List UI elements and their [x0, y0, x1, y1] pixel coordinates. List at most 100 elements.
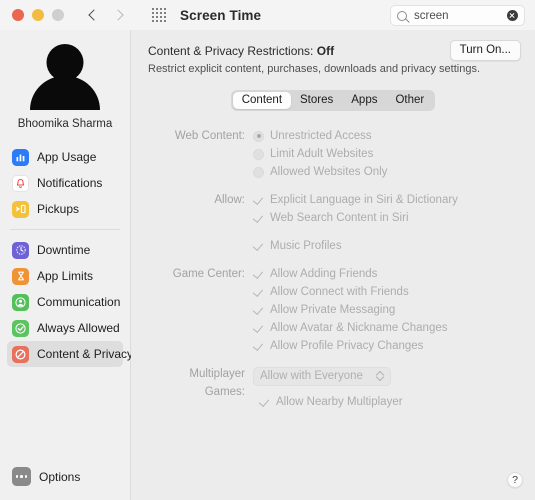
turn-on-button[interactable]: Turn On... — [449, 40, 521, 61]
allow-label: Allow: — [214, 194, 245, 206]
checkbox-label: Allow Connect with Friends — [270, 286, 409, 298]
tab-content[interactable]: Content — [232, 92, 292, 109]
multiplayer-selected-value: Allow with Everyone — [260, 370, 363, 382]
checkbox-allow-profile-privacy-changes[interactable]: Allow Profile Privacy Changes — [253, 337, 448, 355]
sidebar-item-label: Content & Privacy — [37, 347, 134, 361]
settings-form: Web Content: Unrestricted Access Limit A… — [131, 127, 535, 411]
radio-unrestricted-access[interactable]: Unrestricted Access — [253, 127, 387, 145]
sidebar-item-label: Downtime — [37, 243, 91, 257]
multiplayer-games-row: Multiplayer Games: Allow with Everyone A… — [148, 365, 535, 411]
navigation-arrows — [88, 10, 124, 20]
window-controls — [12, 9, 64, 21]
restrictions-subtitle: Restrict explicit content, purchases, do… — [148, 63, 480, 75]
checkbox-web-search-content-siri[interactable]: Web Search Content in Siri — [253, 209, 458, 227]
checkbox-allow-adding-friends[interactable]: Allow Adding Friends — [253, 265, 448, 283]
allow-options: Explicit Language in Siri & Dictionary W… — [253, 191, 458, 255]
checkbox-explicit-language-siri[interactable]: Explicit Language in Siri & Dictionary — [253, 191, 458, 209]
sidebar-item-app-usage[interactable]: App Usage — [7, 144, 123, 170]
sidebar-item-downtime[interactable]: Downtime — [7, 237, 123, 263]
checkmark-icon[interactable] — [259, 397, 270, 408]
web-content-label: Web Content: — [174, 130, 245, 142]
sidebar-nav: App Usage Notifications Pickups Downtime… — [0, 136, 133, 367]
allow-row: Allow: Explicit Language in Siri & Dicti… — [148, 191, 535, 255]
checkbox-label: Allow Profile Privacy Changes — [270, 340, 424, 352]
title-bar: Screen Time screen — [0, 0, 535, 30]
sidebar-item-notifications[interactable]: Notifications — [7, 170, 123, 196]
sidebar-item-label: App Usage — [37, 150, 97, 164]
radio-label: Unrestricted Access — [270, 130, 372, 142]
chevron-right-icon — [114, 10, 124, 20]
checkbox-allow-private-messaging[interactable]: Allow Private Messaging — [253, 301, 448, 319]
checkbox-label: Explicit Language in Siri & Dictionary — [270, 194, 458, 206]
checkbox-label: Music Profiles — [270, 240, 342, 252]
minimize-button[interactable] — [32, 9, 44, 21]
checkmark-icon[interactable] — [253, 305, 264, 316]
radio-icon[interactable] — [253, 166, 264, 178]
radio-allowed-websites-only[interactable]: Allowed Websites Only — [253, 163, 387, 181]
main-content: Content & Privacy Restrictions: Off Rest… — [131, 30, 535, 500]
sidebar: Bhoomika Sharma App Usage Notifications — [0, 30, 133, 500]
close-button[interactable] — [12, 9, 24, 21]
multiplayer-dropdown-wrap: Allow with Everyone — [253, 365, 403, 387]
search-input[interactable]: screen — [414, 10, 507, 22]
checkbox-allow-avatar-nickname-changes[interactable]: Allow Avatar & Nickname Changes — [253, 319, 448, 337]
clear-icon[interactable] — [507, 10, 518, 21]
hourglass-icon — [12, 267, 29, 285]
chevron-left-icon[interactable] — [88, 10, 98, 20]
sidebar-item-communication[interactable]: Communication — [7, 289, 123, 315]
help-button[interactable]: ? — [507, 472, 523, 488]
radio-icon[interactable] — [253, 148, 264, 160]
sidebar-item-label: Always Allowed — [37, 321, 120, 335]
checkbox-label: Allow Nearby Multiplayer — [276, 396, 403, 408]
checkmark-icon[interactable] — [253, 195, 264, 206]
radio-limit-adult-websites[interactable]: Limit Adult Websites — [253, 145, 387, 163]
window-body: Bhoomika Sharma App Usage Notifications — [0, 30, 535, 500]
checkbox-label: Allow Avatar & Nickname Changes — [270, 322, 448, 334]
sidebar-item-label: Notifications — [37, 176, 103, 190]
downtime-clock-icon — [12, 241, 29, 259]
sidebar-item-app-limits[interactable]: App Limits — [7, 263, 123, 289]
bar-chart-icon — [12, 148, 29, 166]
checkmark-icon[interactable] — [253, 287, 264, 298]
pickup-icon — [12, 200, 29, 218]
web-content-options: Unrestricted Access Limit Adult Websites… — [253, 127, 387, 181]
search-icon — [397, 10, 407, 21]
status-badge: Off — [316, 44, 335, 58]
page-title: Screen Time — [180, 7, 262, 23]
ellipsis-icon — [12, 467, 31, 486]
grid-apps-icon[interactable] — [152, 8, 166, 22]
tab-apps[interactable]: Apps — [342, 92, 386, 109]
options-button[interactable]: Options — [0, 467, 130, 500]
checkbox-allow-nearby-multiplayer[interactable]: Allow Nearby Multiplayer — [253, 393, 403, 411]
user-profile: Bhoomika Sharma — [0, 38, 130, 136]
game-center-options: Allow Adding Friends Allow Connect with … — [253, 265, 448, 355]
tabs-row: Content Stores Apps Other — [131, 90, 535, 111]
web-content-row: Web Content: Unrestricted Access Limit A… — [148, 127, 535, 181]
search-field[interactable]: screen — [390, 5, 525, 26]
check-circle-icon — [12, 319, 29, 337]
radio-icon[interactable] — [253, 130, 264, 142]
restrictions-title: Content & Privacy Restrictions: — [148, 44, 317, 58]
checkmark-icon[interactable] — [253, 269, 264, 280]
game-center-label: Game Center: — [172, 268, 245, 280]
no-entry-icon — [12, 345, 29, 363]
checkmark-icon[interactable] — [253, 323, 264, 334]
checkmark-icon[interactable] — [253, 341, 264, 352]
sidebar-item-always-allowed[interactable]: Always Allowed — [7, 315, 123, 341]
checkmark-icon[interactable] — [253, 241, 264, 252]
sidebar-item-pickups[interactable]: Pickups — [7, 196, 123, 222]
segmented-tabs: Content Stores Apps Other — [230, 90, 436, 111]
radio-label: Allowed Websites Only — [270, 166, 388, 178]
tab-stores[interactable]: Stores — [291, 92, 342, 109]
checkbox-label: Allow Private Messaging — [270, 304, 396, 316]
sidebar-item-content-privacy[interactable]: Content & Privacy — [7, 341, 133, 367]
options-label: Options — [39, 469, 81, 484]
checkbox-music-profiles[interactable]: Music Profiles — [253, 237, 458, 255]
checkmark-icon[interactable] — [253, 213, 264, 224]
tab-other[interactable]: Other — [386, 92, 433, 109]
multiplayer-games-select[interactable]: Allow with Everyone — [253, 366, 391, 386]
checkbox-allow-connect-with-friends[interactable]: Allow Connect with Friends — [253, 283, 448, 301]
